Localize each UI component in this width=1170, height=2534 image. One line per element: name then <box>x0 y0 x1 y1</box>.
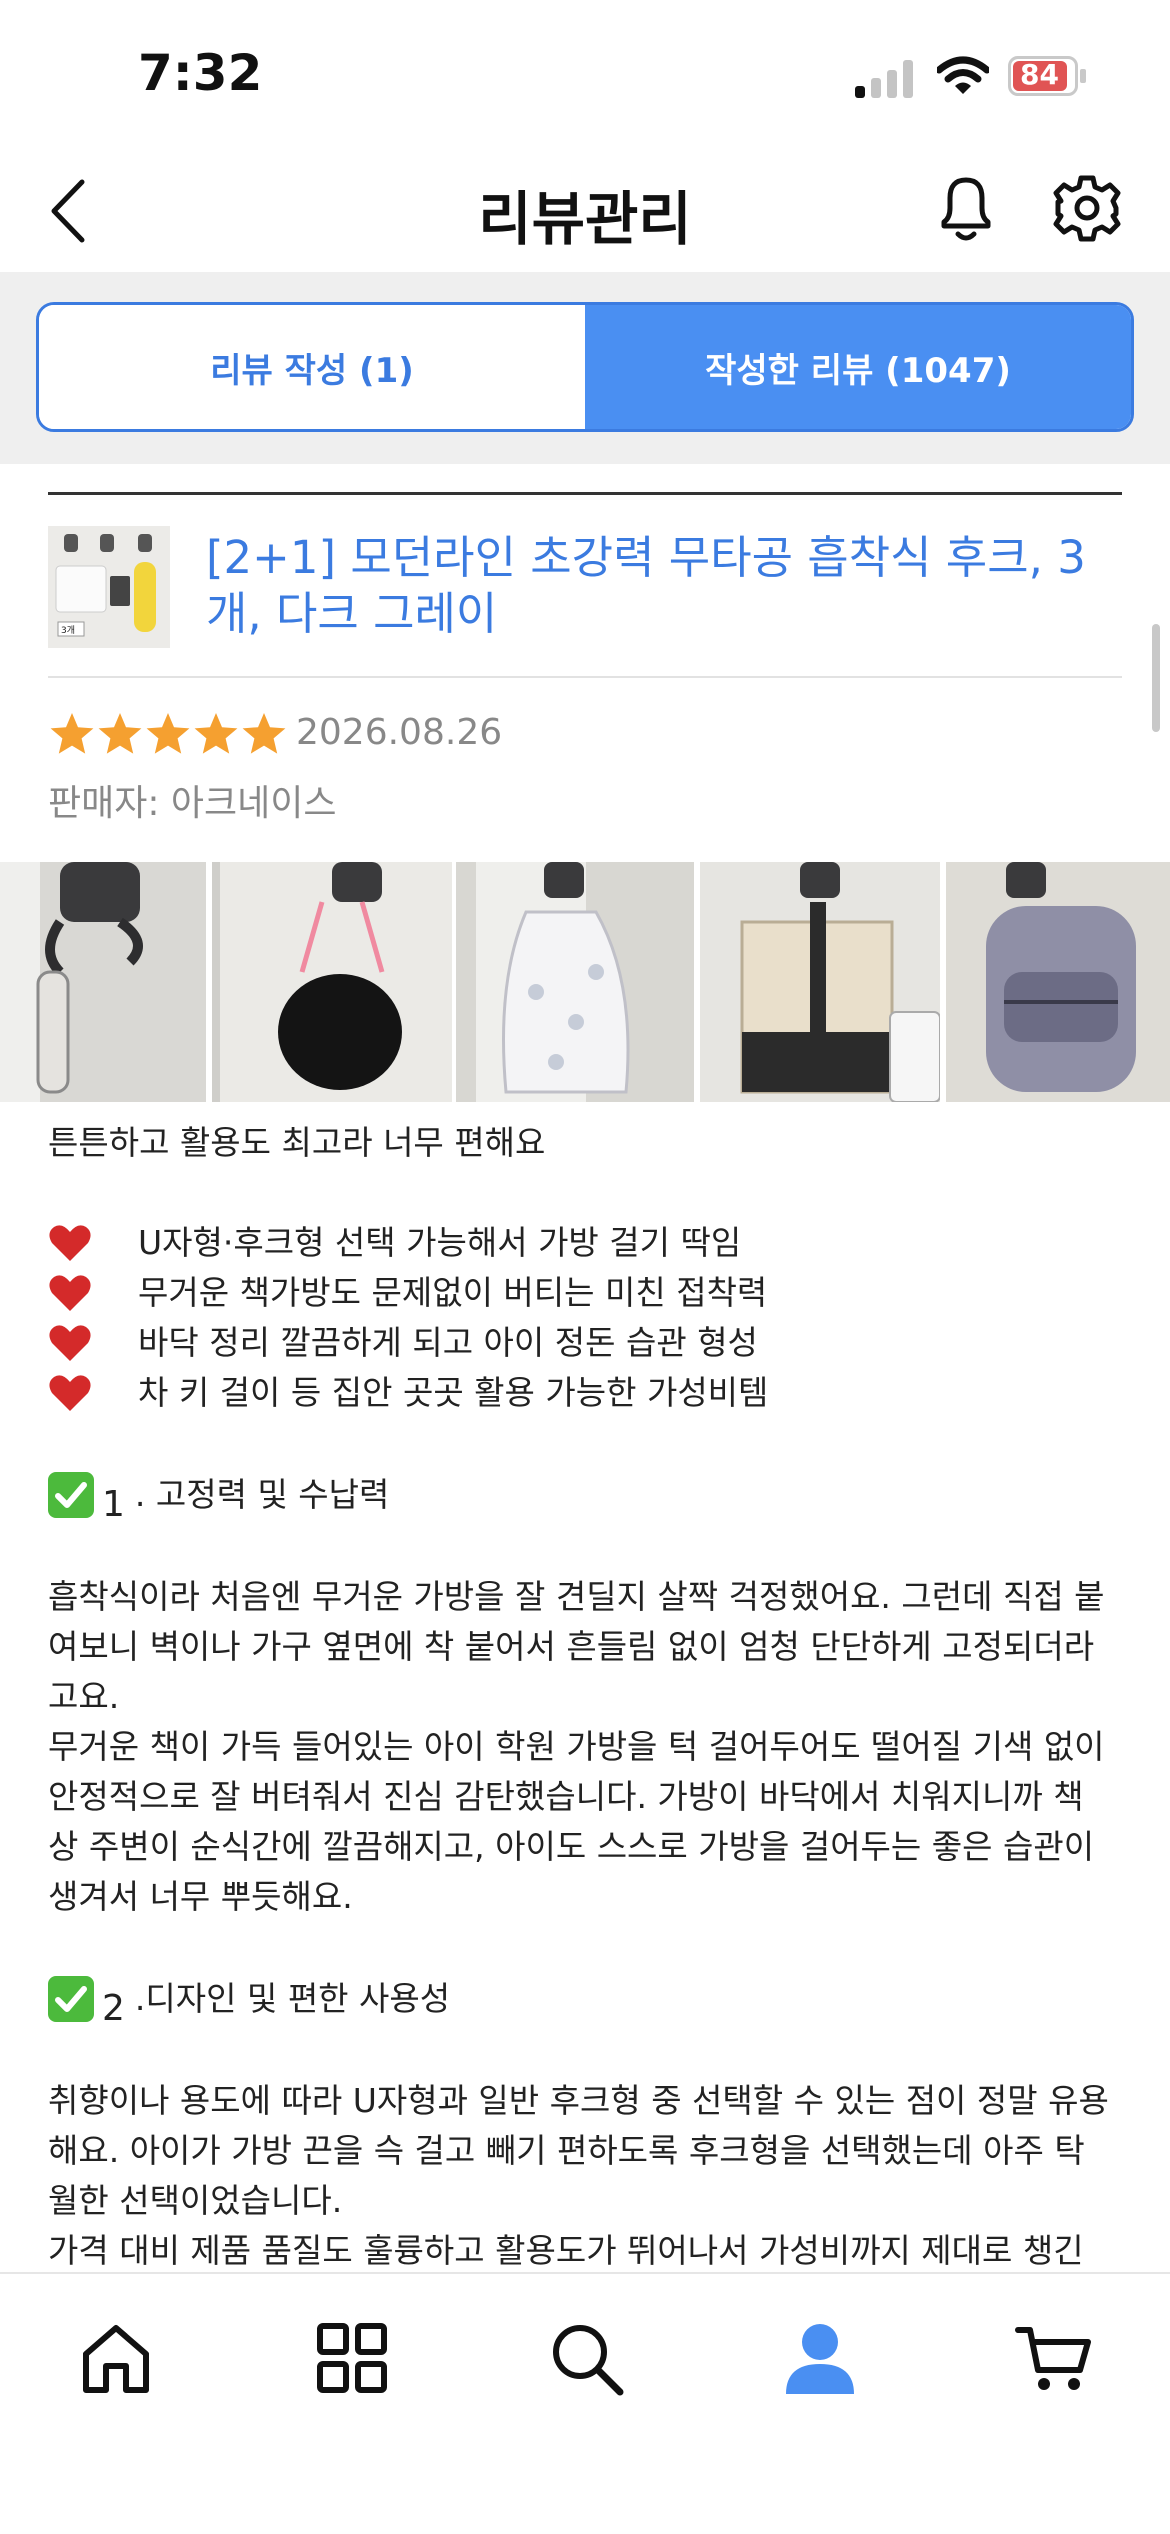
paragraph-line: 취향이나 용도에 따라 U자형과 일반 후크형 중 선택할 수 있는 점이 정말… <box>48 2081 1109 2120</box>
paragraph-line: 흡착식이라 처음엔 무거운 가방을 잘 견딜지 살짝 걱정했어요. 그런데 직접… <box>48 1577 1105 1616</box>
star-icon <box>50 713 94 754</box>
list-item: U자형·후크형 선택 가능해서 가방 걸기 딱임 <box>48 1218 1128 1268</box>
tab-write-review[interactable]: 리뷰 작성 (1) <box>39 305 585 429</box>
gear-icon[interactable] <box>1052 172 1122 244</box>
cart-icon[interactable] <box>1014 2318 1094 2398</box>
home-icon[interactable] <box>76 2318 156 2398</box>
paragraph-line: 해요. 아이가 가방 끈을 슥 걸고 빼기 편하도록 후크형을 선택했는데 아주… <box>48 2131 1085 2170</box>
review-photo[interactable] <box>700 862 940 1102</box>
section-title: .디자인 및 편한 사용성 <box>134 1979 451 2018</box>
check-mark-icon <box>48 1976 94 2022</box>
section-heading: 1 . 고정력 및 수납력 <box>48 1468 1128 1525</box>
paragraph-line: 생겨서 너무 뿌듯해요. <box>48 1877 353 1916</box>
check-mark-icon <box>48 1472 94 1518</box>
section-divider <box>48 492 1122 495</box>
review-photos <box>0 862 1170 1102</box>
app-header: 리뷰관리 <box>0 150 1170 270</box>
review-photo[interactable] <box>212 862 452 1102</box>
grid-icon[interactable] <box>312 2318 392 2398</box>
heart-icon <box>49 1225 91 1261</box>
paragraph-line: 여보니 벽이나 가구 옆면에 착 붙어서 흔들림 없이 엄청 단단하게 고정되더… <box>48 1627 1095 1666</box>
review-photo[interactable] <box>946 862 1170 1102</box>
rating-stars <box>48 710 288 760</box>
scroll-indicator[interactable] <box>1152 624 1160 732</box>
bell-icon[interactable] <box>934 172 998 244</box>
list-item: 바닥 정리 깔끔하게 되고 아이 정돈 습관 형성 <box>48 1318 1128 1368</box>
paragraph-line: 월한 선택이었습니다. <box>48 2181 343 2220</box>
thumb-badge: 3개 <box>61 625 75 636</box>
review-photo[interactable] <box>456 862 694 1102</box>
heart-icon <box>49 1275 91 1311</box>
status-time: 7:32 <box>138 44 263 102</box>
review-photo[interactable] <box>0 862 206 1102</box>
section-number: 1 <box>102 1484 125 1525</box>
bullet-text: 무거운 책가방도 문제없이 버티는 미친 접착력 <box>138 1273 768 1312</box>
tab-band: 리뷰 작성 (1) 작성한 리뷰 (1047) <box>0 272 1170 464</box>
review-tabs: 리뷰 작성 (1) 작성한 리뷰 (1047) <box>36 302 1134 432</box>
paragraph-line: 가격 대비 제품 품질도 훌륭하고 활용도가 뛰어나서 가성비까지 제대로 챙긴 <box>48 2231 1084 2270</box>
section-heading: 2 .디자인 및 편한 사용성 <box>48 1972 1128 2029</box>
bullet-text: 차 키 걸이 등 집안 곳곳 활용 가능한 가성비템 <box>138 1373 769 1412</box>
status-bar: 7:32 84 <box>0 0 1170 150</box>
paragraph-line: 무거운 책이 가득 들어있는 아이 학원 가방을 턱 걸어두어도 떨어질 기색 … <box>48 1727 1105 1766</box>
bullet-text: U자형·후크형 선택 가능해서 가방 걸기 딱임 <box>138 1223 742 1262</box>
star-icon <box>242 713 286 754</box>
paragraph-line: 상 주변이 순식간에 깔끔해지고, 아이도 스스로 가방을 걸어두는 좋은 습관… <box>48 1827 1095 1866</box>
battery-icon: 84 <box>1008 56 1088 96</box>
heart-icon <box>49 1325 91 1361</box>
tab-written-reviews[interactable]: 작성한 리뷰 (1047) <box>585 305 1131 429</box>
search-icon[interactable] <box>546 2318 626 2398</box>
star-icon <box>98 713 142 754</box>
wifi-icon <box>937 56 989 94</box>
section-title: . 고정력 및 수납력 <box>134 1475 390 1514</box>
seller-name: 판매자: 아크네이스 <box>48 783 337 824</box>
product-title[interactable]: [2+1] 모던라인 초강력 무타공 흡착식 후크, 3개, 다크 그레이 <box>206 530 1136 642</box>
battery-percent: 84 <box>1020 58 1059 91</box>
bottom-navigation <box>0 2272 1170 2534</box>
review-headline: 튼튼하고 활용도 최고라 너무 편해요 <box>48 1123 546 1162</box>
product-thumbnail[interactable]: 3개 <box>48 526 170 648</box>
user-icon[interactable] <box>780 2318 860 2398</box>
cellular-signal-icon <box>855 58 915 98</box>
bullet-text: 바닥 정리 깔끔하게 되고 아이 정돈 습관 형성 <box>138 1323 758 1362</box>
paragraph-line: 안정적으로 잘 버텨줘서 진심 감탄했습니다. 가방이 바닥에서 치워지니까 책 <box>48 1777 1084 1816</box>
list-item: 차 키 걸이 등 집안 곳곳 활용 가능한 가성비템 <box>48 1368 1128 1418</box>
star-icon <box>194 713 238 754</box>
review-date: 2026.08.26 <box>296 712 503 753</box>
paragraph-line: 고요. <box>48 1677 120 1716</box>
star-icon <box>146 713 190 754</box>
review-body: 튼튼하고 활용도 최고라 너무 편해요 U자형·후크형 선택 가능해서 가방 걸… <box>48 1118 1128 2276</box>
section-number: 2 <box>102 1988 125 2029</box>
product-image: 3개 <box>48 526 170 648</box>
heart-icon <box>49 1375 91 1411</box>
list-item: 무거운 책가방도 문제없이 버티는 미친 접착력 <box>48 1268 1128 1318</box>
product-divider <box>48 676 1122 678</box>
